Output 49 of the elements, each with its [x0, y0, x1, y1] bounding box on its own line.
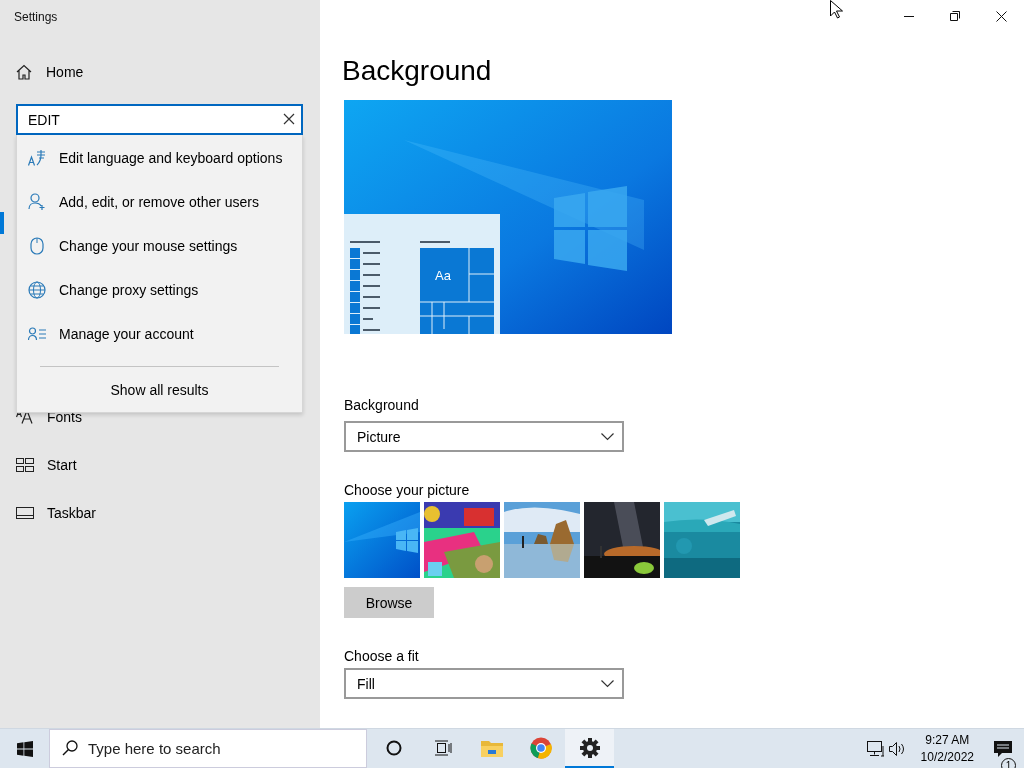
dropdown[interactable]: Fill	[344, 668, 624, 699]
sidebar-item[interactable]: Taskbar	[16, 501, 97, 525]
field-label: Background	[344, 397, 420, 415]
browse-button[interactable]: Browse	[344, 587, 434, 618]
show-all-results-link[interactable]: Show all results	[110, 382, 209, 398]
home-icon	[16, 64, 32, 80]
account-list-icon	[28, 327, 46, 341]
restore-icon	[950, 11, 960, 21]
selection-indicator	[0, 212, 4, 234]
search-suggestion[interactable]: Change proxy settings	[17, 268, 302, 312]
clock-date[interactable]: 10/2/2022	[920, 748, 974, 766]
speaker-icon	[889, 741, 907, 756]
mouse-icon	[30, 237, 44, 255]
chevron-down-icon	[601, 679, 614, 688]
language-icon	[28, 150, 46, 166]
window-title: Settings	[14, 10, 58, 24]
chevron-down-icon	[601, 432, 614, 441]
close-icon	[995, 10, 1007, 22]
task-view-icon	[433, 739, 452, 756]
font-icon	[16, 410, 34, 424]
browser-icon	[529, 736, 552, 759]
start-layout-icon	[16, 458, 34, 472]
search-suggestion[interactable]: Add, edit, or remove other users	[17, 180, 302, 224]
gear-icon	[579, 737, 600, 758]
page-heading: Background	[342, 54, 493, 88]
search-field[interactable]: EDIT	[16, 104, 303, 135]
taskbar-app[interactable]	[565, 729, 614, 768]
clear-button[interactable]	[283, 113, 295, 125]
taskbar-icon	[16, 507, 34, 519]
clock-time[interactable]: 9:27 AM	[925, 731, 970, 749]
network-icon	[866, 740, 885, 757]
circle-icon	[385, 739, 402, 756]
close-icon	[283, 113, 295, 125]
globe-icon	[28, 281, 46, 299]
taskbar-search-field[interactable]: Type here to search	[49, 729, 367, 768]
tile-label: Aa	[435, 268, 451, 283]
user-add-icon	[28, 193, 46, 211]
sidebar-item[interactable]: Start	[16, 453, 97, 477]
search-suggestion[interactable]: Change your mouse settings	[17, 224, 302, 268]
message-icon	[994, 740, 1012, 757]
search-suggestion[interactable]: Manage your account	[17, 312, 302, 356]
notification-count: 1	[1001, 757, 1016, 768]
field-label: Choose your picture	[344, 482, 471, 498]
folder-icon	[480, 738, 503, 757]
field-label: Choose a fit	[344, 648, 420, 664]
dropdown[interactable]: Picture	[344, 421, 624, 452]
home-link[interactable]: Home	[16, 62, 84, 82]
search-suggestion[interactable]: Edit language and keyboard options	[17, 136, 302, 180]
windows-logo-icon	[16, 740, 33, 757]
